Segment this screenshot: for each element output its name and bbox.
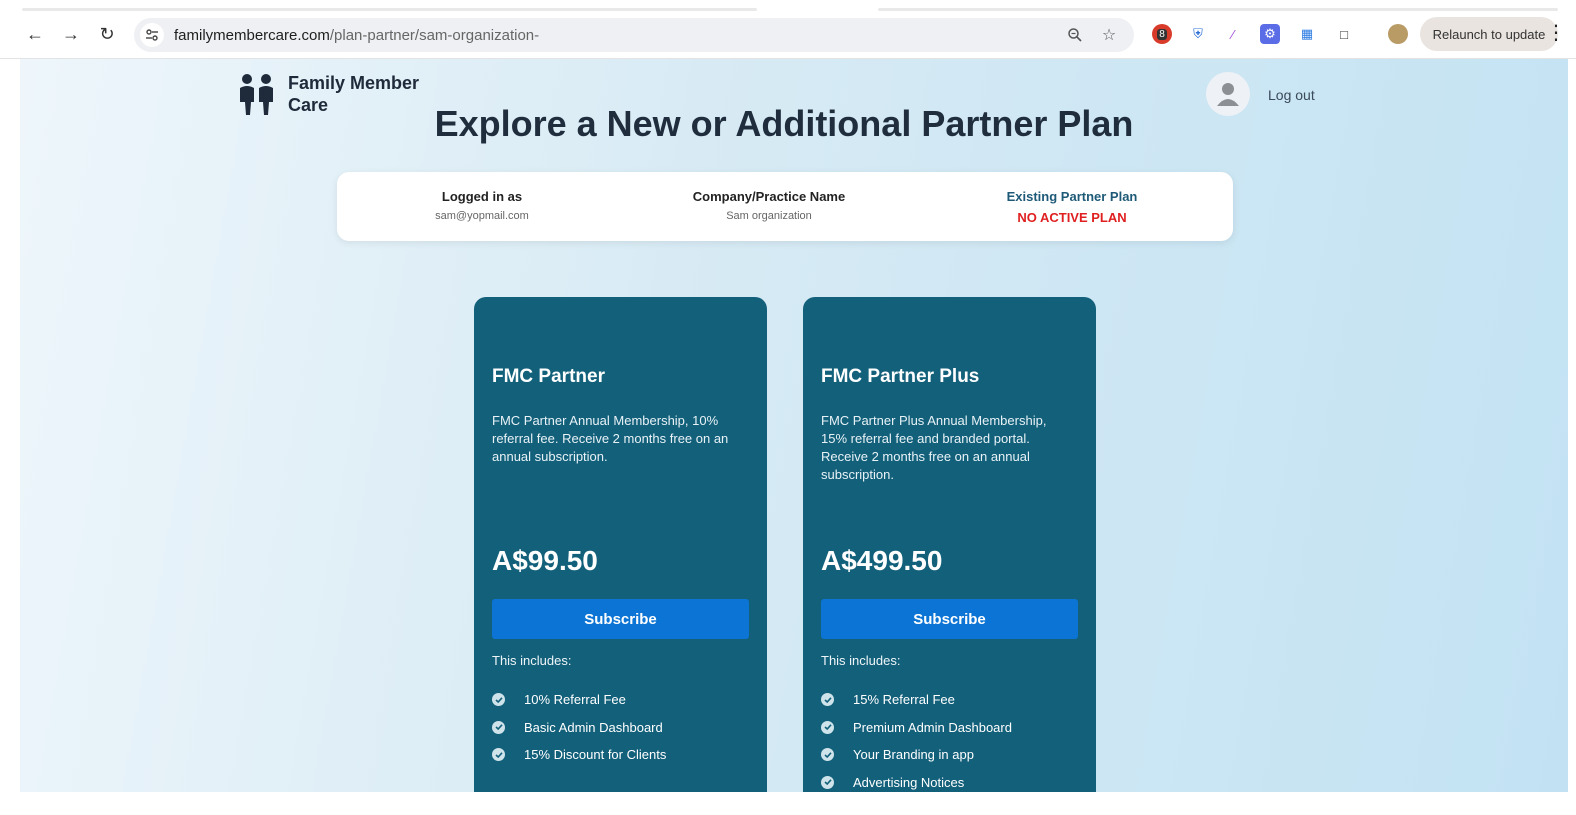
brand-line-1: Family Member	[288, 73, 420, 93]
feature-text: Basic Admin Dashboard	[524, 719, 663, 735]
extension-shield-icon[interactable]: 8	[1152, 24, 1172, 44]
address-bar[interactable]: familymembercare.com/plan-partner/sam-or…	[134, 18, 1134, 52]
plan-card-partner-plus: FMC Partner Plus FMC Partner Plus Annual…	[803, 297, 1096, 792]
company-label: Company/Practice Name	[692, 189, 846, 204]
tab-strip-edge	[22, 8, 757, 11]
feature-text: Premium Admin Dashboard	[853, 719, 1012, 735]
feature-text: 15% Referral Fee	[853, 692, 955, 708]
plan-card-partner: FMC Partner FMC Partner Annual Membershi…	[474, 297, 767, 792]
plan-name: FMC Partner Plus	[821, 366, 980, 387]
logged-in-label: Logged in as	[441, 189, 523, 204]
plan-price: A$99.50	[492, 545, 598, 576]
list-item: Your Branding in app	[821, 741, 1012, 769]
check-circle-icon	[821, 693, 834, 707]
list-item: 15% Referral Fee	[821, 686, 1012, 714]
feature-list: 10% Referral Fee Basic Admin Dashboard 1…	[492, 686, 666, 769]
check-circle-icon	[821, 748, 834, 762]
extension-gear-icon[interactable]: ⚙	[1260, 24, 1280, 44]
pen-icon[interactable]: ⁄	[1223, 24, 1243, 44]
existing-plan-status: NO ACTIVE PLAN	[1017, 210, 1127, 225]
subscribe-button[interactable]: Subscribe	[492, 599, 749, 639]
site-settings-icon[interactable]	[140, 23, 164, 47]
includes-label: This includes:	[492, 653, 572, 668]
plan-description: FMC Partner Plus Annual Membership, 15% …	[821, 413, 1047, 482]
account-info-card: Logged in as sam@yopmail.com Company/Pra…	[337, 172, 1233, 241]
plan-description: FMC Partner Annual Membership, 10% refer…	[492, 413, 729, 464]
logout-link[interactable]: Log out	[1268, 87, 1315, 103]
company-section: Company/Practice Name Sam organization	[649, 189, 889, 222]
profile-avatar-icon[interactable]	[1388, 24, 1408, 44]
list-item: 10% Referral Fee	[492, 686, 666, 714]
browser-toolbar: ← → ↻ familymembercare.com/plan-partner/…	[0, 0, 1576, 59]
list-item: Advertising Notices	[821, 769, 1012, 793]
extension-badge: 8	[1157, 28, 1167, 40]
company-name: Sam organization	[726, 210, 812, 222]
check-circle-icon	[492, 693, 505, 707]
list-item: Basic Admin Dashboard	[492, 714, 666, 742]
plan-price: A$499.50	[821, 545, 943, 576]
logged-in-email: sam@yopmail.com	[435, 210, 529, 222]
page-title: Explore a New or Additional Partner Plan	[434, 103, 1134, 144]
bookmark-star-icon[interactable]: ☆	[1098, 24, 1120, 46]
menu-kebab-icon[interactable]: ⋮	[1546, 20, 1566, 45]
translate-icon[interactable]: ▦	[1297, 24, 1317, 44]
puzzle-icon[interactable]: □	[1334, 24, 1354, 44]
url-path: /plan-partner/sam-organization-	[329, 26, 540, 44]
feature-list: 15% Referral Fee Premium Admin Dashboard…	[821, 686, 1012, 792]
back-icon[interactable]: ←	[22, 21, 48, 47]
page-viewport: Family Member Care Log out Explore a New…	[20, 59, 1568, 792]
check-circle-icon	[492, 720, 505, 734]
tab-strip-edge	[878, 8, 1558, 11]
logged-in-section: Logged in as sam@yopmail.com	[362, 189, 602, 222]
list-item: 15% Discount for Clients	[492, 741, 666, 769]
check-circle-icon	[492, 748, 505, 762]
zoom-icon[interactable]	[1064, 24, 1086, 46]
relaunch-button[interactable]: Relaunch to update	[1420, 17, 1558, 51]
includes-label: This includes:	[821, 653, 901, 668]
url-domain: familymembercare.com	[174, 26, 330, 44]
existing-plan-label: Existing Partner Plan	[1006, 189, 1138, 204]
check-circle-icon	[821, 720, 834, 734]
existing-plan-section: Existing Partner Plan NO ACTIVE PLAN	[952, 189, 1192, 225]
url-text: familymembercare.com/plan-partner/sam-or…	[174, 27, 539, 44]
list-item: Premium Admin Dashboard	[821, 714, 1012, 742]
forward-icon[interactable]: →	[58, 21, 84, 47]
plan-name: FMC Partner	[492, 366, 605, 387]
check-circle-icon	[821, 775, 834, 789]
vpn-shield-icon[interactable]: ⛨	[1188, 24, 1208, 44]
feature-text: 10% Referral Fee	[524, 692, 626, 708]
feature-text: Your Branding in app	[853, 747, 974, 763]
reload-icon[interactable]: ↻	[94, 21, 120, 47]
feature-text: 15% Discount for Clients	[524, 747, 667, 763]
subscribe-button[interactable]: Subscribe	[821, 599, 1078, 639]
feature-text: Advertising Notices	[853, 774, 965, 790]
